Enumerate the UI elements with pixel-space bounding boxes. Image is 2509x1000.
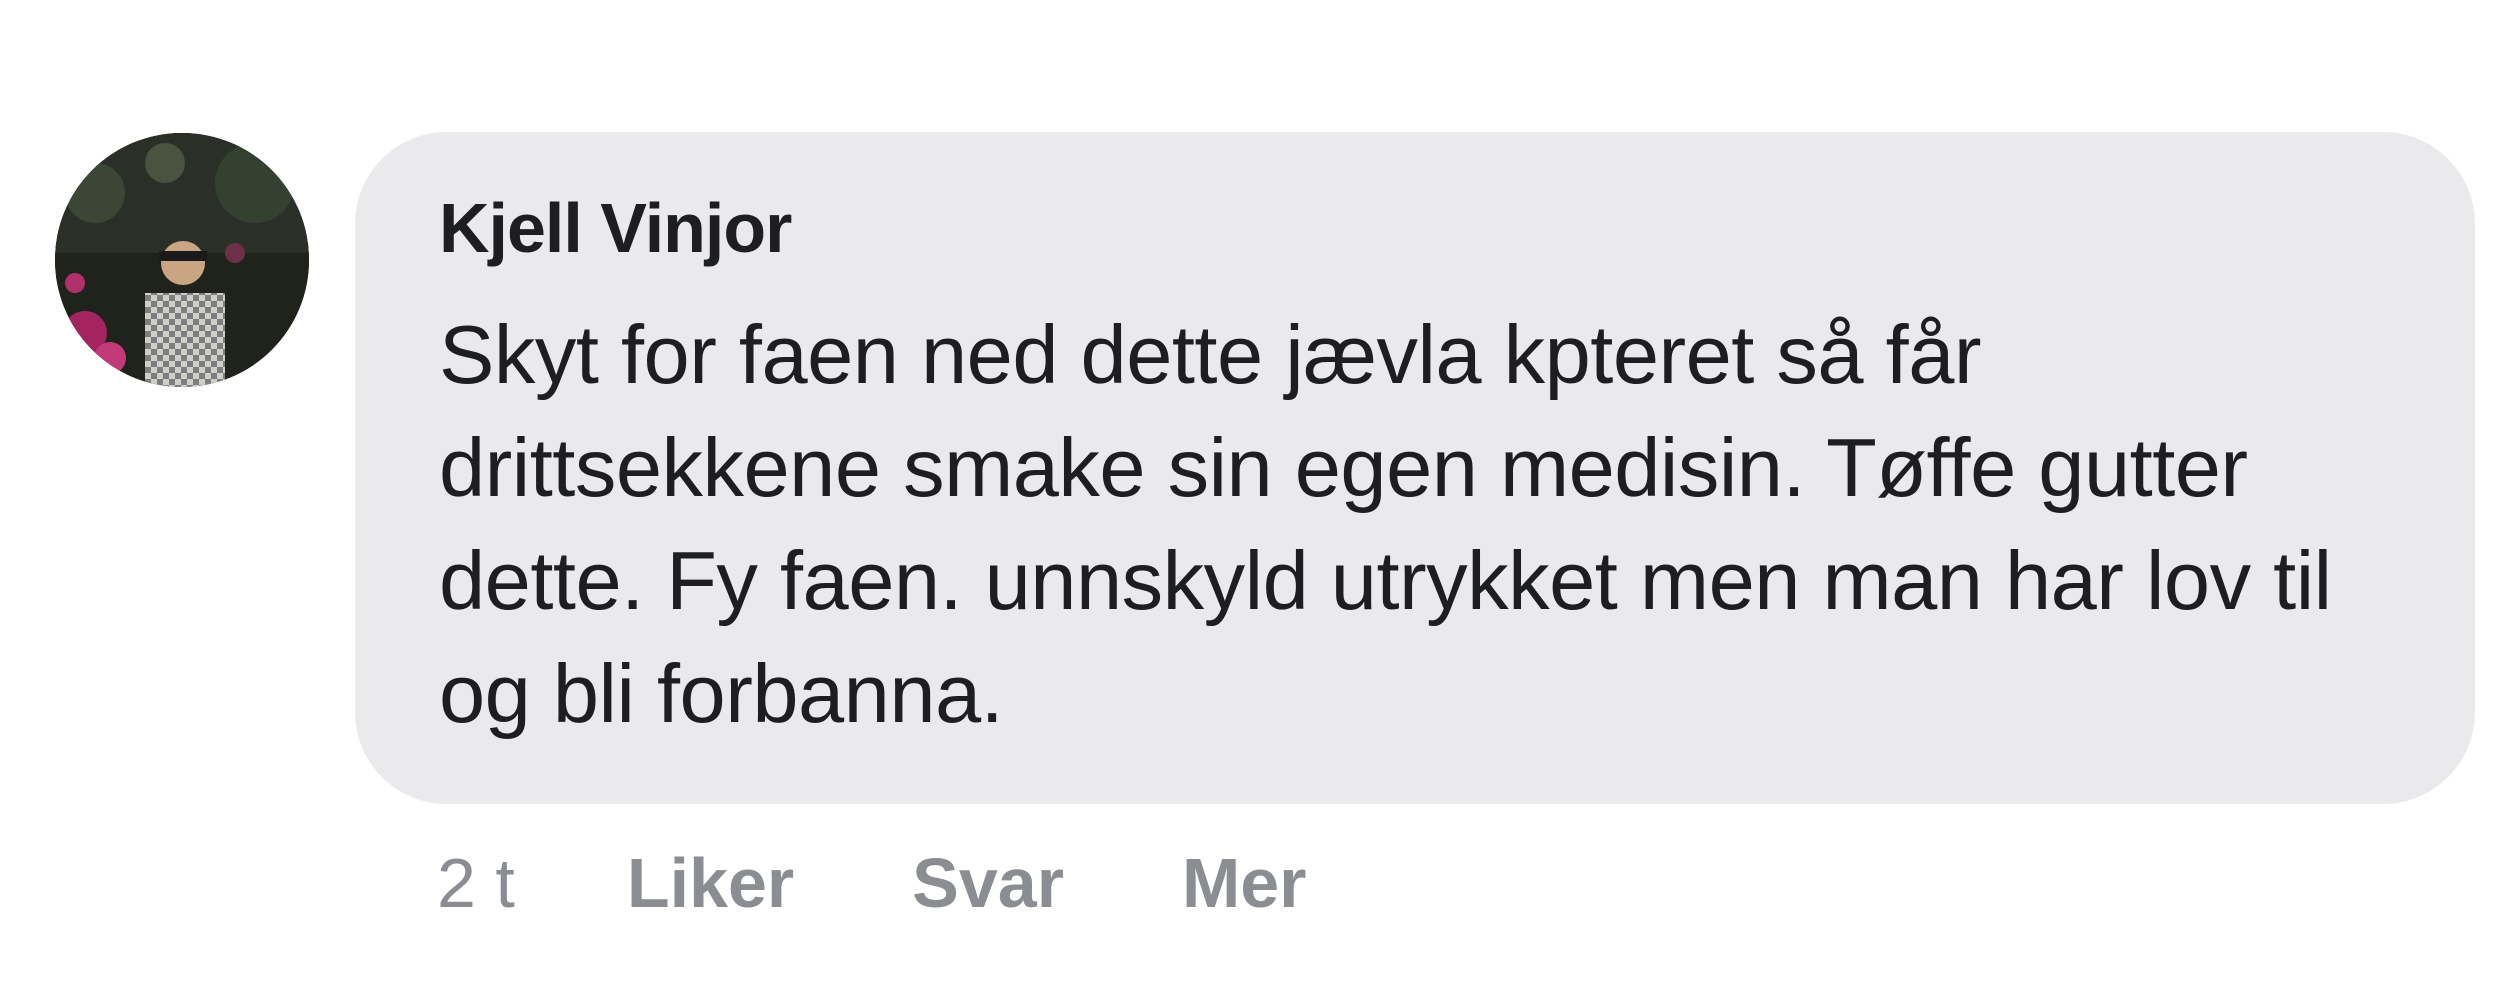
comment-actions: 2 t Liker Svar Mer: [437, 838, 1424, 928]
reply-button[interactable]: Svar: [912, 843, 1064, 923]
comment-text: Skyt for faen ned dette jævla kpteret så…: [439, 308, 2332, 740]
like-button[interactable]: Liker: [627, 843, 794, 923]
comment: Kjell Vinjor Skyt for faen ned dette jæv…: [0, 0, 2509, 1000]
avatar[interactable]: [55, 133, 309, 387]
comment-timestamp[interactable]: 2 t: [437, 843, 515, 923]
more-button[interactable]: Mer: [1182, 843, 1306, 923]
comment-bubble: Kjell Vinjor Skyt for faen ned dette jæv…: [355, 132, 2475, 804]
comment-author[interactable]: Kjell Vinjor: [439, 180, 2405, 276]
avatar-photo: [55, 133, 309, 387]
